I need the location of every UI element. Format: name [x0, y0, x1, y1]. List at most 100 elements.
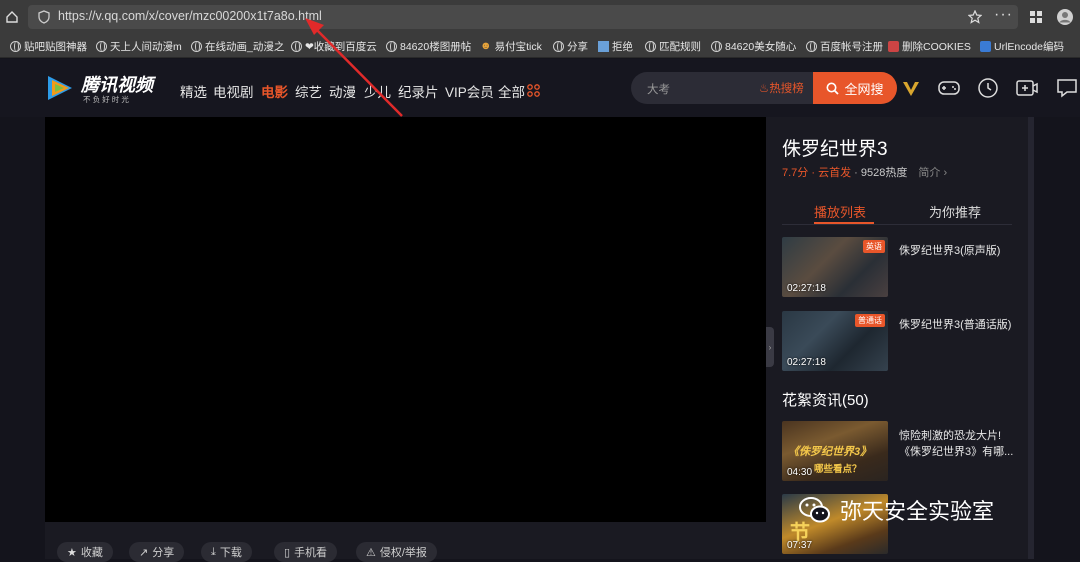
favorite-label: 收藏 — [80, 547, 103, 559]
nav-tv[interactable]: 电视剧 — [213, 81, 254, 101]
nav-all[interactable]: 全部 — [498, 81, 525, 101]
nav-movie[interactable]: 电影 — [261, 81, 288, 101]
star-icon[interactable] — [968, 10, 982, 24]
bookmark-item[interactable]: 删除COOKIES — [888, 38, 971, 54]
bookmark-item[interactable]: 拒绝 — [598, 38, 633, 54]
episode-title[interactable]: 侏罗纪世界3(原声版) — [899, 242, 1000, 258]
share-button[interactable]: ↗ 分享 — [129, 542, 185, 562]
language-badge: 普通话 — [855, 314, 885, 327]
bookmark-label: 拒绝 — [612, 40, 633, 53]
episode-duration: 02:27:18 — [787, 283, 826, 294]
more-icon[interactable]: ··· — [994, 6, 1013, 24]
search-box[interactable]: 大考 ♨热搜榜 全网搜 — [631, 72, 897, 104]
site-header: 腾讯视频 不 负 好 时 光 精选 电视剧 电影 综艺 动漫 少儿 纪录片 VI… — [0, 59, 1080, 117]
bookmark-label: 天上人间动漫m — [110, 40, 182, 53]
bookmark-label: 易付宝tick — [494, 40, 542, 53]
address-bar[interactable]: https://v.qq.com/x/cover/mzc00200x1t7a8o… — [28, 5, 1018, 29]
url-text: https://v.qq.com/x/cover/mzc00200x1t7a8o… — [58, 9, 322, 23]
intro-link[interactable]: 简介 › — [918, 167, 947, 179]
bookmark-item[interactable]: 天上人间动漫m — [96, 38, 182, 54]
upload-video-icon[interactable] — [1015, 76, 1039, 100]
game-icon[interactable] — [937, 76, 961, 100]
bookmark-item[interactable]: 分享 — [553, 38, 588, 54]
grid-icon[interactable] — [527, 84, 540, 97]
wechat-watermark: 弥天安全实验室 — [798, 480, 994, 540]
tab-recommend[interactable]: 为你推荐 — [929, 202, 981, 221]
bookmark-label: 84620美女随心 — [725, 40, 797, 53]
bookmark-item[interactable]: 84620美女随心 — [711, 38, 796, 54]
history-icon[interactable] — [976, 76, 1000, 100]
video-player[interactable] — [45, 117, 766, 522]
collapse-sidebar-handle[interactable]: › — [766, 327, 774, 367]
report-button[interactable]: ⚠ 侵权/举报 — [356, 542, 437, 562]
clip-duration: 07:37 — [787, 540, 813, 551]
bookmark-label: ❤收藏到百度云 — [305, 40, 377, 53]
search-button[interactable]: 全网搜 — [813, 72, 897, 104]
search-icon — [826, 82, 840, 95]
collections-icon[interactable] — [1029, 10, 1043, 24]
search-input[interactable]: 大考 — [647, 81, 670, 97]
profile-icon[interactable] — [1056, 8, 1074, 26]
clip-thumbnail[interactable]: 《侏罗纪世界3》 哪些看点？ 04:30 — [782, 421, 888, 481]
right-gutter — [1034, 117, 1080, 559]
download-icon: ⤓ — [211, 545, 216, 558]
search-button-label: 全网搜 — [844, 81, 884, 97]
bookmark-item[interactable]: 匹配规则 — [645, 38, 701, 54]
nav-featured[interactable]: 精选 — [180, 81, 207, 101]
hot-search-link[interactable]: ♨热搜榜 — [759, 80, 804, 96]
bookmark-item[interactable]: 百度帐号注册 — [806, 38, 883, 54]
movie-meta: 7.7分 · 云首发 · 9528热度 简介 › — [782, 167, 948, 179]
nav-kids[interactable]: 少儿 — [364, 81, 391, 101]
download-button[interactable]: ⤓ 下载 — [201, 542, 252, 562]
globe-icon — [711, 40, 722, 52]
phone-icon: ▯ — [284, 546, 291, 559]
bookmark-label: 84620楼图册帖 — [400, 40, 472, 53]
episode-thumbnail[interactable]: 英语 02:27:18 — [782, 237, 888, 297]
tab-playlist[interactable]: 播放列表 — [814, 202, 866, 221]
globe-icon — [291, 40, 302, 52]
nav-vip[interactable]: VIP会员 — [445, 81, 494, 101]
favorite-button[interactable]: ★ 收藏 — [57, 542, 113, 562]
episode-thumbnail[interactable]: 普通话 02:27:18 — [782, 311, 888, 371]
message-icon[interactable] — [1055, 76, 1079, 100]
active-tab-indicator — [814, 222, 874, 224]
bookmark-item[interactable]: UrlEncode编码 — [980, 38, 1064, 54]
bookmark-item[interactable]: ❤收藏到百度云 — [291, 38, 377, 54]
clip-title-line1[interactable]: 惊险刺激的恐龙大片! — [899, 427, 1001, 443]
bookmark-item[interactable]: 84620楼图册帖 — [386, 38, 471, 54]
chevron-right-icon: › — [768, 342, 772, 352]
clip-title-line2[interactable]: 《侏罗纪世界3》有哪... — [899, 443, 1013, 459]
clip-duration: 04:30 — [787, 467, 813, 478]
chevron-right-icon: › — [943, 167, 948, 179]
flame-icon: ♨ — [759, 83, 770, 95]
tencent-video-logo-icon — [48, 76, 72, 100]
bookmark-label: 删除COOKIES — [902, 40, 971, 53]
bookmark-item[interactable]: ☻ 易付宝tick — [480, 38, 542, 54]
nav-anime[interactable]: 动漫 — [329, 81, 356, 101]
globe-icon — [645, 40, 656, 52]
bookmark-item[interactable]: 贴吧贴图神器 — [10, 38, 87, 54]
movie-score: 7.7分 — [782, 167, 809, 179]
vip-crown-icon[interactable] — [902, 79, 920, 97]
bookmark-item[interactable]: 在线动画_动漫之 — [191, 38, 284, 54]
clip-overlay-text: 哪些看点？ — [814, 464, 862, 475]
home-icon[interactable] — [5, 10, 19, 24]
language-badge: 英语 — [863, 240, 885, 253]
bookmark-label: 分享 — [567, 40, 588, 53]
bookmark-label: 匹配规则 — [659, 40, 701, 53]
clip-overlay-text: 《侏罗纪世界3》 — [788, 446, 872, 458]
intro-label: 简介 — [918, 167, 941, 179]
bookmark-label: UrlEncode编码 — [994, 40, 1065, 53]
site-logo[interactable]: 腾讯视频 不 负 好 时 光 — [45, 71, 160, 107]
watch-on-phone-button[interactable]: ▯ 手机看 — [274, 542, 338, 562]
warning-icon: ⚠ — [366, 546, 376, 559]
hot-search-label: 热搜榜 — [769, 83, 804, 95]
clips-section-title: 花絮资讯(50) — [782, 392, 869, 409]
release-type: 云首发 — [818, 167, 852, 179]
shield-icon[interactable] — [38, 10, 50, 24]
globe-icon — [806, 40, 817, 52]
fox-icon: ☻ — [480, 40, 492, 52]
nav-variety[interactable]: 综艺 — [295, 81, 322, 101]
episode-title[interactable]: 侏罗纪世界3(普通话版) — [899, 316, 1011, 332]
nav-documentary[interactable]: 纪录片 — [398, 81, 439, 101]
